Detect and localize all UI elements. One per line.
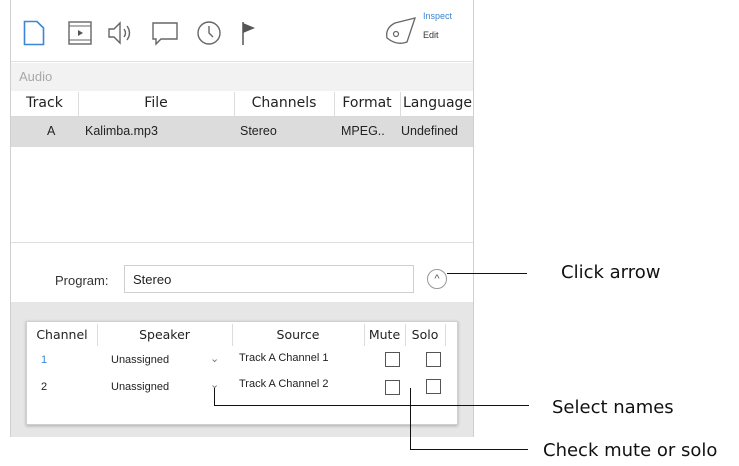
callout-line-mute-vertical	[410, 388, 411, 450]
edit-label[interactable]: Edit	[423, 30, 439, 40]
annotation-check-mute-solo: Check mute or solo	[543, 440, 718, 461]
cell-language: Undefined	[401, 124, 458, 138]
header-source[interactable]: Source	[232, 327, 364, 342]
callout-line-arrow	[447, 273, 527, 274]
film-icon[interactable]	[68, 20, 92, 46]
cell-file: Kalimba.mp3	[85, 124, 158, 138]
program-label: Program:	[55, 273, 109, 288]
clock-icon[interactable]	[196, 20, 222, 46]
solo-checkbox[interactable]	[426, 379, 441, 394]
callout-line-names	[214, 405, 529, 406]
collapse-arrow-button[interactable]: ^	[427, 269, 447, 289]
annotation-select-names: Select names	[552, 397, 674, 418]
speaker-select[interactable]: Unassigned	[111, 354, 169, 366]
header-speaker[interactable]: Speaker	[97, 327, 232, 342]
header-channels[interactable]: Channels	[234, 95, 334, 111]
document-icon[interactable]	[23, 20, 45, 46]
header-language[interactable]: Language	[400, 95, 475, 111]
channel-mapping-table: Channel Speaker Source Mute Solo 1 Unass…	[26, 321, 458, 425]
source-cell: Track A Channel 1	[239, 352, 329, 364]
header-solo[interactable]: Solo	[405, 327, 445, 342]
channel-number: 2	[41, 381, 48, 393]
inspect-label[interactable]: Inspect	[423, 11, 452, 21]
inspect-icon	[386, 17, 416, 44]
solo-checkbox[interactable]	[426, 352, 441, 367]
cell-format: MPEG..	[341, 124, 385, 138]
source-cell: Track A Channel 2	[239, 378, 329, 390]
header-mute[interactable]: Mute	[364, 327, 405, 342]
header-track[interactable]: Track	[11, 95, 78, 111]
speaker-icon[interactable]	[107, 20, 135, 46]
cell-channels: Stereo	[240, 124, 277, 138]
annotation-click-arrow: Click arrow	[561, 262, 661, 283]
toolbar: Inspect Edit	[11, 0, 473, 62]
chat-bubble-icon[interactable]	[151, 20, 179, 46]
header-channel[interactable]: Channel	[27, 327, 97, 342]
callout-line-mute	[410, 449, 528, 450]
flag-icon[interactable]	[240, 20, 260, 46]
channel-mapping-area: Channel Speaker Source Mute Solo 1 Unass…	[11, 302, 473, 437]
mute-checkbox[interactable]	[385, 380, 400, 395]
speaker-select[interactable]: Unassigned	[111, 381, 169, 393]
inspect-edit-toggle[interactable]: Inspect Edit	[383, 10, 453, 50]
header-file[interactable]: File	[78, 95, 234, 111]
column-divider	[445, 324, 446, 346]
cell-track: A	[47, 124, 56, 138]
chevron-down-icon[interactable]: ⌄	[210, 352, 219, 365]
tracks-table-header: Track File Channels Format Language	[11, 92, 473, 117]
section-label: Audio	[11, 63, 473, 91]
audio-panel: Inspect Edit Audio Track File Channels F…	[10, 0, 474, 437]
mute-checkbox[interactable]	[385, 352, 400, 367]
channel-number: 1	[41, 354, 48, 366]
program-area: Program: Stereo ^	[11, 242, 473, 302]
header-format[interactable]: Format	[334, 95, 400, 111]
table-row[interactable]: A Kalimba.mp3 Stereo MPEG.. Undefined	[11, 117, 473, 147]
chevron-up-icon: ^	[434, 273, 440, 285]
program-field[interactable]: Stereo	[124, 265, 414, 293]
callout-line-names-vertical	[214, 388, 215, 406]
